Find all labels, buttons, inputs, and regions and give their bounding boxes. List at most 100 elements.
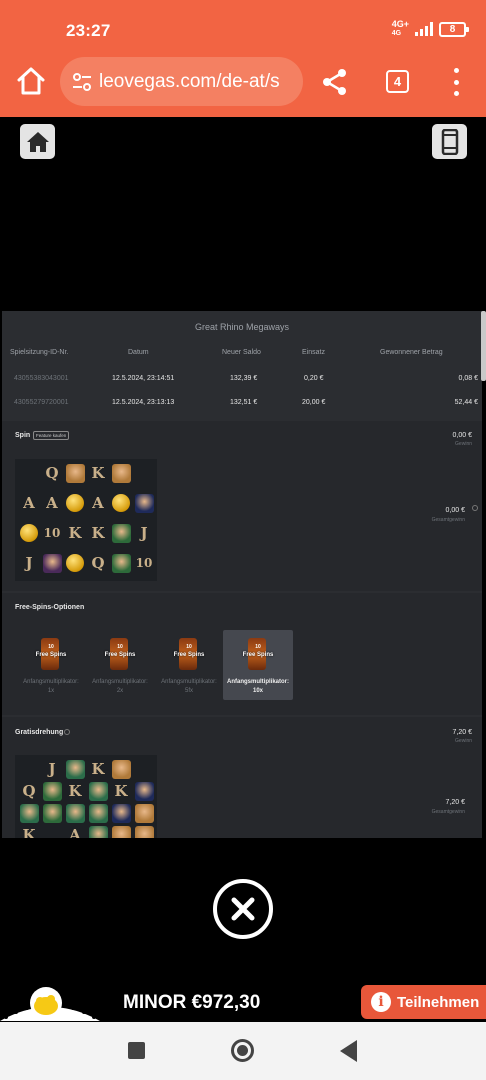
device-toggle-button[interactable] xyxy=(432,124,467,159)
multiplier-label: Anfangsmultiplikator: 2x xyxy=(92,679,148,694)
free-spin-option-card[interactable]: 10 Free Spins Anfangsmultiplikator: 2x xyxy=(85,630,155,700)
free-spin-win: 7,20 € xyxy=(452,729,472,736)
status-time: 23:27 xyxy=(66,21,111,40)
coin-symbol xyxy=(65,493,85,513)
croc-symbol xyxy=(111,553,131,573)
free-spin-text: Free Spins xyxy=(35,652,67,658)
lion-symbol xyxy=(111,825,131,838)
rhino-symbol xyxy=(134,493,154,513)
multiplier-label: Anfangsmultiplikator: 10x xyxy=(226,679,289,694)
spin-reel-grid: Q K A A A 10 K K J J Q 10 xyxy=(15,459,157,581)
url-text: leovegas.com/de-at/s xyxy=(99,70,280,92)
feature-buy-badge: Feature kaufen xyxy=(33,431,70,440)
info-icon[interactable] xyxy=(64,729,70,735)
status-icons: 4G+ 4G 8 xyxy=(391,19,469,38)
lion-symbol xyxy=(134,825,154,838)
free-spin-text: Free Spins xyxy=(104,652,136,658)
free-spin-label: Gratisdrehung xyxy=(15,729,64,736)
scrollbar[interactable] xyxy=(481,311,486,381)
lion-symbol xyxy=(111,463,131,483)
history-title: Great Rhino Megaways xyxy=(194,322,290,332)
close-icon xyxy=(231,897,255,921)
letter-symbol: J xyxy=(48,760,56,778)
coin-symbol xyxy=(111,493,131,513)
free-spin-count: 10 xyxy=(117,644,123,650)
letter-symbol: K xyxy=(91,760,105,778)
free-spins-options-label: Free-Spins-Optionen xyxy=(15,604,85,611)
letter-symbol: K xyxy=(22,826,36,838)
more-menu-icon[interactable] xyxy=(449,68,463,96)
game-history-panel[interactable]: Great Rhino Megaways Spielsitzung-ID-Nr.… xyxy=(2,311,482,838)
letter-symbol: J xyxy=(25,554,33,572)
info-icon: i xyxy=(371,992,391,1012)
free-spin-reel-grid: JKQKKKA xyxy=(15,755,157,838)
letter-symbol: A xyxy=(92,494,104,512)
recent-apps-icon[interactable] xyxy=(128,1042,145,1059)
free-spin-option-card[interactable]: 10 Free Spins Anfangsmultiplikator: 10x xyxy=(223,630,293,700)
flamingo-symbol xyxy=(88,803,108,823)
col-header-balance: Neuer Saldo xyxy=(222,349,261,356)
col-header-win: Gewonnener Betrag xyxy=(380,349,443,356)
free-spin-total: 7,20 € xyxy=(445,799,465,806)
col-header-stake: Einsatz xyxy=(302,349,325,356)
letter-symbol: Q xyxy=(22,782,36,800)
free-spin-count: 10 xyxy=(186,644,192,650)
free-spin-text: Free Spins xyxy=(242,652,274,658)
table-row[interactable]: 43055383043001 12.5.2024, 23:14:51 132,3… xyxy=(2,369,482,389)
site-settings-icon[interactable] xyxy=(70,70,94,94)
multiplier-label: Anfangsmultiplikator: 5fx xyxy=(161,679,217,694)
letter-symbol: K xyxy=(68,782,82,800)
coin-symbol xyxy=(19,523,39,543)
flamingo-symbol xyxy=(88,825,108,838)
back-icon[interactable] xyxy=(340,1040,357,1062)
letter-symbol: Q xyxy=(45,464,59,482)
free-spin-option-card[interactable]: 10 Free Spins Anfangsmultiplikator: 1x xyxy=(16,630,86,700)
tab-switcher-button[interactable]: 4 xyxy=(386,70,409,93)
lion-symbol xyxy=(111,759,131,779)
letter-symbol: A xyxy=(23,494,35,512)
letter-symbol: 10 xyxy=(135,556,153,570)
lion-symbol xyxy=(65,463,85,483)
croc-symbol xyxy=(42,803,62,823)
croc-symbol xyxy=(111,523,131,543)
letter-symbol: A xyxy=(69,826,81,838)
signal-icon xyxy=(415,22,433,36)
battery-icon: 8 xyxy=(439,21,469,37)
game-home-button[interactable] xyxy=(20,124,55,159)
letter-symbol: Q xyxy=(91,554,105,572)
spin-win-label: Gewinn xyxy=(455,441,472,447)
flamingo-symbol xyxy=(19,803,39,823)
share-icon[interactable] xyxy=(320,67,350,97)
free-spin-text: Free Spins xyxy=(173,652,205,658)
address-bar[interactable]: leovegas.com/de-at/s xyxy=(60,57,303,106)
letter-symbol: 10 xyxy=(43,526,61,540)
gorilla-symbol xyxy=(42,553,62,573)
col-header-session-id: Spielsitzung-ID-Nr. xyxy=(10,349,69,356)
lion-symbol xyxy=(134,803,154,823)
home-nav-icon[interactable] xyxy=(231,1039,254,1062)
home-icon[interactable] xyxy=(14,64,48,98)
info-icon[interactable] xyxy=(472,505,478,511)
letter-symbol: K xyxy=(91,524,105,542)
network-indicator: 4G+ 4G xyxy=(391,19,409,38)
free-spin-section: Gratisdrehung 7,20 € Gewinn 7,20 € Gesam… xyxy=(2,717,482,838)
flamingo-symbol xyxy=(65,803,85,823)
mobile-device-icon xyxy=(441,128,458,155)
free-spin-option-card[interactable]: 10 Free Spins Anfangsmultiplikator: 5fx xyxy=(154,630,224,700)
flamingo-symbol xyxy=(88,781,108,801)
letter-symbol: J xyxy=(140,524,148,542)
join-jackpot-button[interactable]: i Teilnehmen xyxy=(361,985,486,1019)
spin-total-label: Gesamtgewinn xyxy=(431,517,465,523)
multiplier-label: Anfangsmultiplikator: 1x xyxy=(23,679,79,694)
lion-mascot-icon xyxy=(0,987,100,1021)
free-spin-count: 10 xyxy=(255,644,261,650)
browser-top-bar: 23:27 4G+ 4G 8 leovegas.com/de-at/s 4 xyxy=(0,0,486,117)
table-row[interactable]: 43055279720001 12.5.2024, 23:13:13 132,5… xyxy=(2,393,482,413)
close-history-button[interactable] xyxy=(213,879,273,939)
rhino-symbol xyxy=(111,803,131,823)
spin-total: 0,00 € xyxy=(445,507,465,514)
jackpot-amount: MINOR €972,30 xyxy=(123,992,261,1013)
rhino-symbol xyxy=(134,781,154,801)
free-spin-count: 10 xyxy=(48,644,54,650)
flamingo-symbol xyxy=(65,759,85,779)
